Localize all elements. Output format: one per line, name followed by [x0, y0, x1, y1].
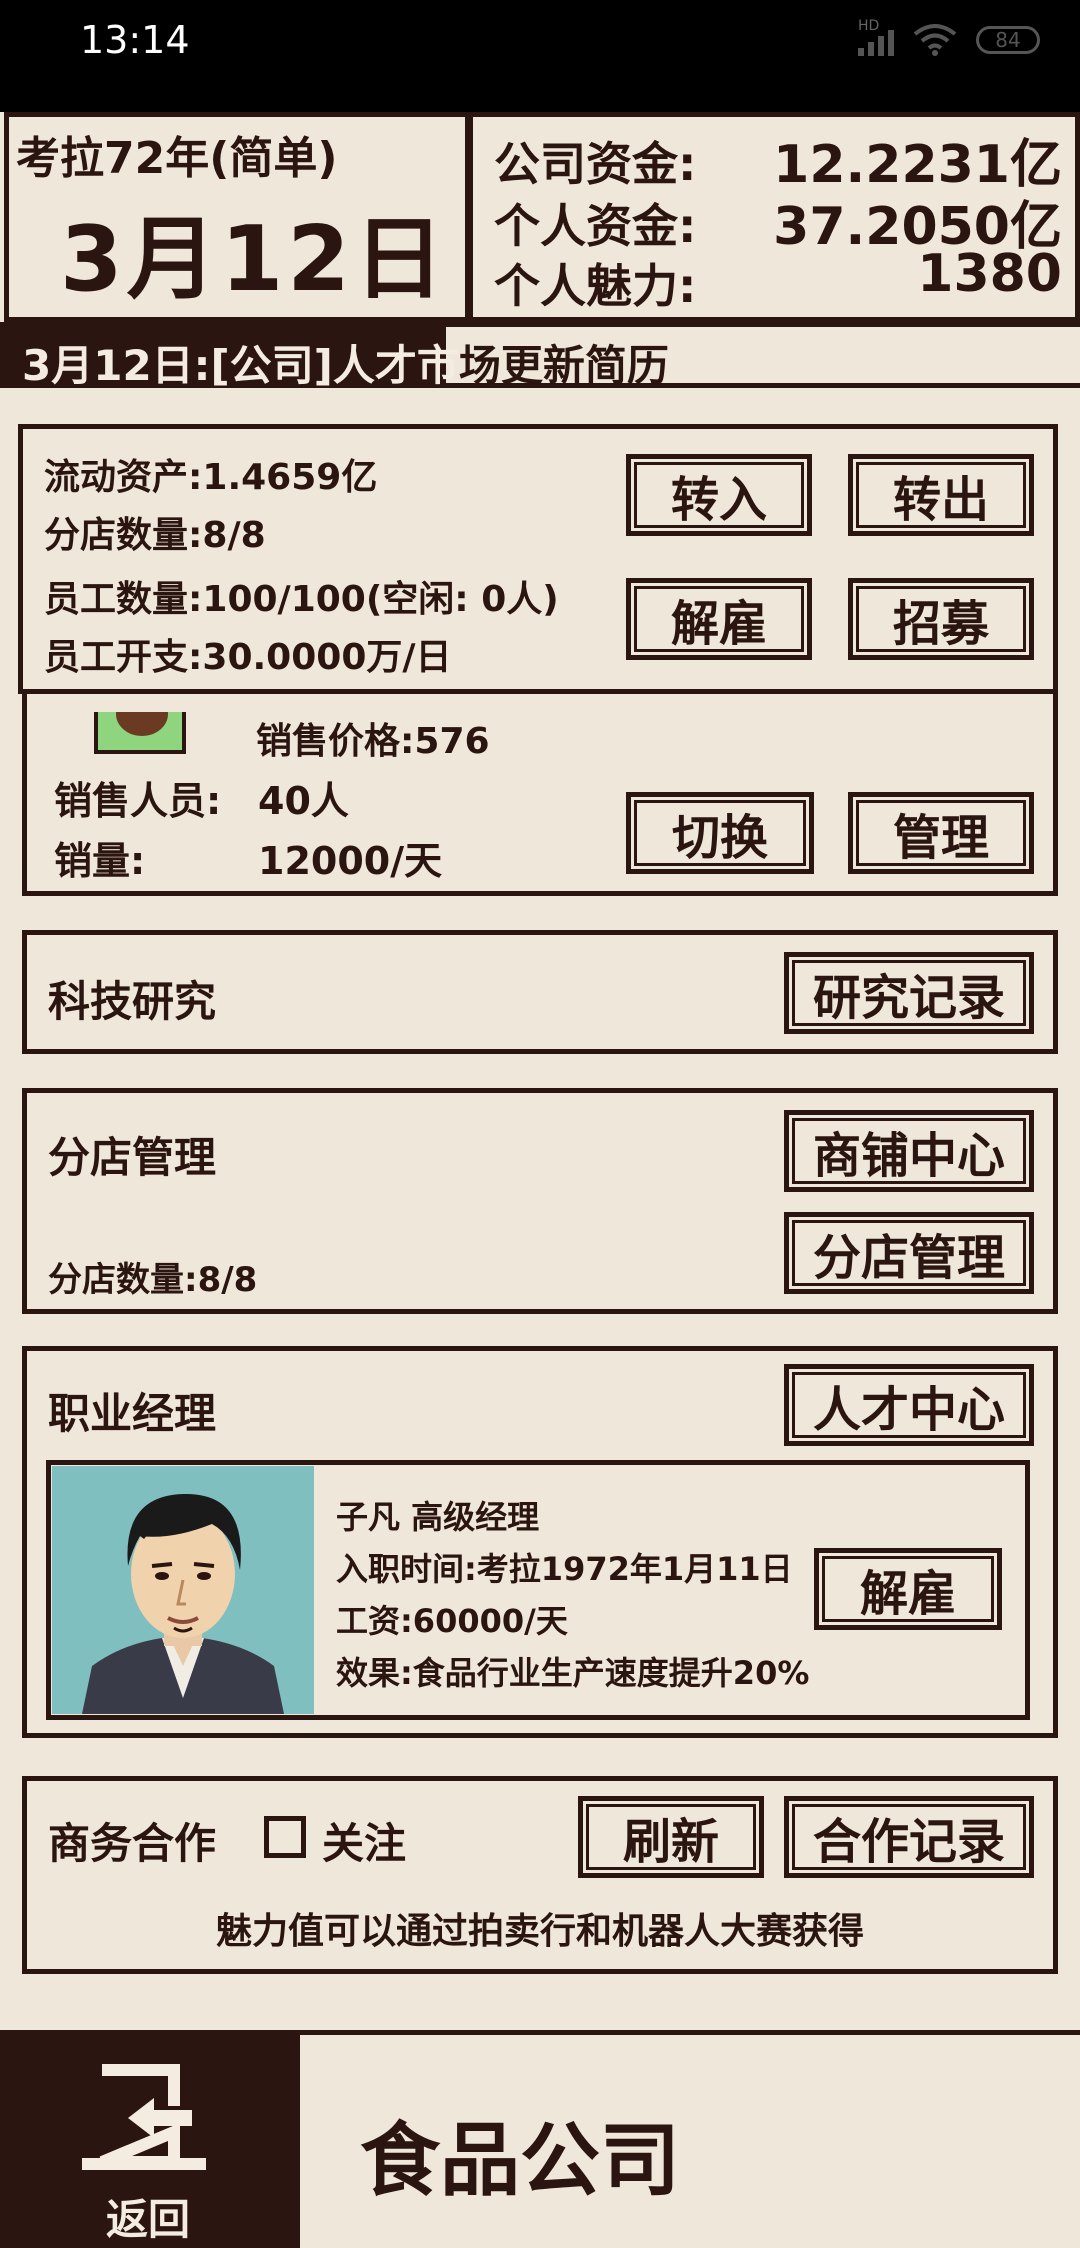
sales-volume-value: 12000/天 [258, 839, 443, 883]
personal-funds-label: 个人资金: [494, 199, 697, 253]
research-records-button[interactable]: 研究记录 [784, 952, 1034, 1034]
sales-staff-value: 40人 [258, 779, 349, 823]
fire-manager-button[interactable]: 解雇 [814, 1548, 1002, 1630]
sales-staff-label: 销售人员: [54, 779, 222, 823]
cooperation-records-button[interactable]: 合作记录 [784, 1796, 1034, 1878]
sales-volume-label: 销量: [54, 839, 146, 883]
charm-label: 个人魅力: [494, 259, 697, 313]
research-title: 科技研究 [48, 977, 217, 1026]
transfer-out-label: 转出 [892, 472, 989, 528]
wifi-icon [913, 24, 957, 56]
research-records-label: 研究记录 [812, 970, 1005, 1026]
battery-icon: 84 [976, 26, 1040, 54]
liquid-assets: 流动资产:1.4659亿 [44, 457, 378, 498]
current-date: 3月12日 [60, 207, 448, 312]
sales-price: 销售价格:576 [256, 721, 490, 762]
branch-count: 分店数量:8/8 [44, 515, 266, 556]
manager-portrait [52, 1466, 314, 1714]
signal-icon [858, 26, 894, 56]
branch-manage-button[interactable]: 分店管理 [784, 1212, 1034, 1294]
employee-cost: 员工开支:30.0000万/日 [44, 637, 452, 678]
branch-title: 分店管理 [48, 1133, 217, 1182]
shop-center-label: 商铺中心 [812, 1128, 1005, 1184]
company-name: 食品公司 [360, 2114, 680, 2207]
recruit-label: 招募 [892, 596, 989, 652]
manager-salary: 工资:60000/天 [336, 1602, 568, 1640]
charm-value: 1380 [917, 244, 1062, 304]
company-funds-label: 公司资金: [494, 137, 697, 191]
fire-manager-label: 解雇 [859, 1566, 956, 1622]
talent-center-button[interactable]: 人才中心 [784, 1364, 1034, 1446]
transfer-out-button[interactable]: 转出 [848, 454, 1034, 536]
status-time: 13:14 [80, 18, 190, 62]
year-label: 考拉72年(简单) [16, 133, 338, 184]
switch-label: 切换 [671, 810, 768, 866]
talent-center-label: 人才中心 [812, 1382, 1005, 1438]
employee-count: 员工数量:100/100(空闲: 0人) [44, 579, 559, 620]
fire-employees-button[interactable]: 解雇 [626, 578, 812, 660]
branch-manage-label: 分店管理 [812, 1230, 1005, 1286]
manage-label: 管理 [892, 810, 989, 866]
back-label: 返回 [106, 2195, 191, 2244]
manager-title: 职业经理 [48, 1389, 217, 1438]
branch-count-2: 分店数量:8/8 [48, 1260, 258, 1300]
fire-employees-label: 解雇 [670, 596, 767, 652]
transfer-in-button[interactable]: 转入 [626, 454, 812, 536]
refresh-button[interactable]: 刷新 [578, 1796, 764, 1878]
manager-name: 子凡 高级经理 [336, 1498, 540, 1536]
ticker-text-plain: 场更新简历 [458, 341, 669, 390]
manage-button[interactable]: 管理 [848, 792, 1034, 874]
recruit-button[interactable]: 招募 [848, 578, 1034, 660]
manager-avatar-icon [52, 1466, 314, 1714]
transfer-in-label: 转入 [670, 472, 767, 528]
manager-effect: 效果:食品行业生产速度提升20% [336, 1654, 810, 1692]
cooperation-records-label: 合作记录 [812, 1814, 1005, 1870]
follow-checkbox[interactable] [264, 1816, 306, 1858]
switch-button[interactable]: 切换 [626, 792, 814, 874]
shop-center-button[interactable]: 商铺中心 [784, 1110, 1034, 1192]
follow-label: 关注 [322, 1819, 407, 1868]
manager-hire-date: 入职时间:考拉1972年1月11日 [336, 1550, 793, 1588]
ticker-text: 3月12日:[公司]人才市场更新简历 [22, 332, 669, 393]
ticker-text-highlighted: 3月12日:[公司]人才市 [22, 341, 459, 390]
charm-hint: 魅力值可以通过拍卖行和机器人大赛获得 [215, 1911, 864, 1952]
business-title: 商务合作 [48, 1819, 217, 1868]
back-door-icon[interactable] [80, 2062, 210, 2172]
product-image [94, 712, 186, 754]
refresh-label: 刷新 [622, 1814, 719, 1870]
